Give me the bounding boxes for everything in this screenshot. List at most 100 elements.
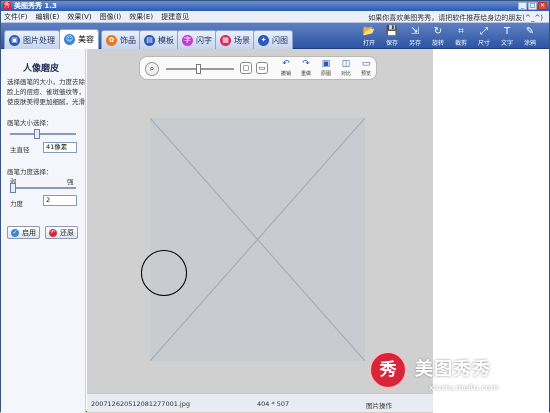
crop-button[interactable]: ⌗ 裁剪 [450,26,472,48]
preview-icon: ▭ [361,59,371,69]
watermark-url: xiuxiu.meitu.com [429,383,499,392]
status-filename: 200712620512081277001.jpg [91,400,190,408]
brush-size-slider[interactable] [10,129,76,139]
watermark-brand: 美图秀秀 [415,359,491,380]
resize-button[interactable]: ⤢ 尺寸 [473,26,495,48]
diameter-field[interactable]: 41像素 [43,142,77,153]
save-button[interactable]: 💾 保存 [381,26,403,48]
strength-label: 力度 [10,200,23,208]
apply-button[interactable]: ✓ 启用 [7,226,40,239]
tab-flash-image[interactable]: ✦ 闪图 [253,30,293,49]
redo-icon: ↷ [302,59,310,69]
maximize-button[interactable]: □ [528,2,537,10]
diameter-label: 主直径 [10,146,30,154]
window-controls: _ □ × [518,2,547,10]
tab-image-processing[interactable]: ▣ 图片处理 [4,30,60,49]
promo-text: 如果你喜欢美图秀秀，请把软件推荐给身边的朋友(^_^) [368,14,543,22]
folder-icon: 📂 [362,26,376,37]
canvas-toolbar: ⌕ ▢ ▭ ↶ 撤销 ↷ 重做 ▣ 原图 ◫ 对比 ▭ 预览 [139,56,377,80]
close-button[interactable]: × [538,2,547,10]
tab-accessories[interactable]: ✿ 饰品 [101,30,141,49]
open-button[interactable]: 📂 打开 [358,26,380,48]
brush-strength-label: 画笔力度选择： [7,168,53,176]
strength-field[interactable]: 2 [43,195,77,206]
canvas-area: ⌕ ▢ ▭ ↶ 撤销 ↷ 重做 ▣ 原图 ◫ 对比 ▭ 预览 [87,49,433,393]
accessory-icon: ✿ [106,34,117,46]
menu-file[interactable]: 文件(F) [4,12,28,22]
brush-strength-slider[interactable] [10,183,76,193]
rotate-button[interactable]: ↻ 旋转 [427,26,449,48]
undo-icon: ↶ [49,228,57,237]
toolbar-label: 涂鸦 [523,40,536,47]
tab-label: 模板 [158,35,174,45]
toolbar-label: 另存 [408,40,421,47]
menu-effects-v[interactable]: 效果(V) [67,12,91,22]
undo-tool[interactable]: ↶ 撤销 [278,59,294,79]
preview-tool[interactable]: ▭ 预览 [358,59,374,79]
flash-image-icon: ✦ [258,34,269,46]
brush-cursor [141,250,187,296]
undo-icon: ↶ [282,59,290,69]
zoom-knob[interactable] [196,64,201,74]
flash-text-icon: 字 [182,34,193,46]
original-tool[interactable]: ▣ 原图 [318,59,334,79]
button-label: 还原 [60,228,74,237]
doodle-button[interactable]: ✎ 涂鸦 [519,26,541,48]
zoom-slider[interactable] [166,64,234,74]
slider-knob[interactable] [10,183,16,193]
text-button[interactable]: T 文字 [496,26,518,48]
toolbar-label: 尺寸 [477,40,490,47]
redo-tool[interactable]: ↷ 重做 [298,59,314,79]
tool-label: 重做 [300,71,311,77]
button-label: 启用 [22,228,36,237]
tab-label: 闪图 [272,35,288,45]
tab-label: 场景 [234,35,250,45]
rotate-icon: ↻ [433,26,443,37]
menu-edit[interactable]: 编辑(E) [36,12,60,22]
tab-label: 图片处理 [23,35,55,45]
menu-bar: 文件(F) 编辑(E) 效果(V) 图像(I) 效果(E) 提建意见 如果你喜欢… [1,11,549,23]
brush-icon: ✎ [525,26,535,37]
template-icon: ▤ [144,34,155,46]
main-tab-bar: ▣ 图片处理 ☺ 美容 ✿ 饰品 ▤ 模板 字 闪字 ▦ 场景 ✦ 闪图 📂 打… [1,23,549,49]
toolbar-label: 文字 [500,40,513,47]
tab-templates[interactable]: ▤ 模板 [139,30,179,49]
undo-button[interactable]: ↶ 还原 [45,226,78,239]
window-title: 美图秀秀 1.3 [14,2,57,10]
resize-icon: ⤢ [480,26,488,37]
title-bar: 秀 美图秀秀 1.3 _ □ × [1,1,549,11]
slider-knob[interactable] [34,129,40,139]
toolbar-label: 旋转 [431,40,444,47]
save-icon: 💾 [385,26,399,37]
tab-flash-text[interactable]: 字 闪字 [177,30,217,49]
brush-size-label: 画笔大小选择： [7,119,53,127]
image-icon: ▣ [321,59,331,69]
tool-label: 原图 [320,71,331,77]
toolbar-label: 打开 [362,40,375,47]
panel-title: 人像磨皮 [23,64,60,74]
minimize-button[interactable]: _ [518,2,527,10]
edited-photo[interactable] [150,118,365,361]
tab-beauty[interactable]: ☺ 美容 [59,29,99,49]
save-as-button[interactable]: ⇲ 另存 [404,26,426,48]
fit-window-button[interactable]: ▢ [240,62,252,74]
brand-seal-icon: 秀 [369,351,407,389]
zoom-icon[interactable]: ⌕ [145,62,159,76]
menu-image[interactable]: 图像(I) [100,12,122,22]
actual-size-button[interactable]: ▭ [256,62,268,74]
strong-label: 强 [67,178,74,186]
text-icon: T [503,26,511,37]
compare-tool[interactable]: ◫ 对比 [338,59,354,79]
save-as-icon: ⇲ [410,26,420,37]
tab-label: 饰品 [120,35,136,45]
tab-label: 美容 [78,35,94,44]
toolbar-label: 裁剪 [454,40,467,47]
compare-icon: ◫ [341,59,351,69]
menu-feedback[interactable]: 提建意见 [161,12,189,22]
panel-description: 选择画笔的大小，力度去除脸上的痘痘、雀斑皱纹等，使皮肤美得更加细腻，光滑 [7,78,85,106]
menu-effects[interactable]: 效果(E) [129,12,153,22]
tool-panel: 人像磨皮 选择画笔的大小，力度去除脸上的痘痘、雀斑皱纹等，使皮肤美得更加细腻，光… [1,49,86,413]
status-dimensions: 404 * 507 [257,400,290,408]
tab-scenes[interactable]: ▦ 场景 [215,30,255,49]
face-icon: ☺ [64,34,75,45]
